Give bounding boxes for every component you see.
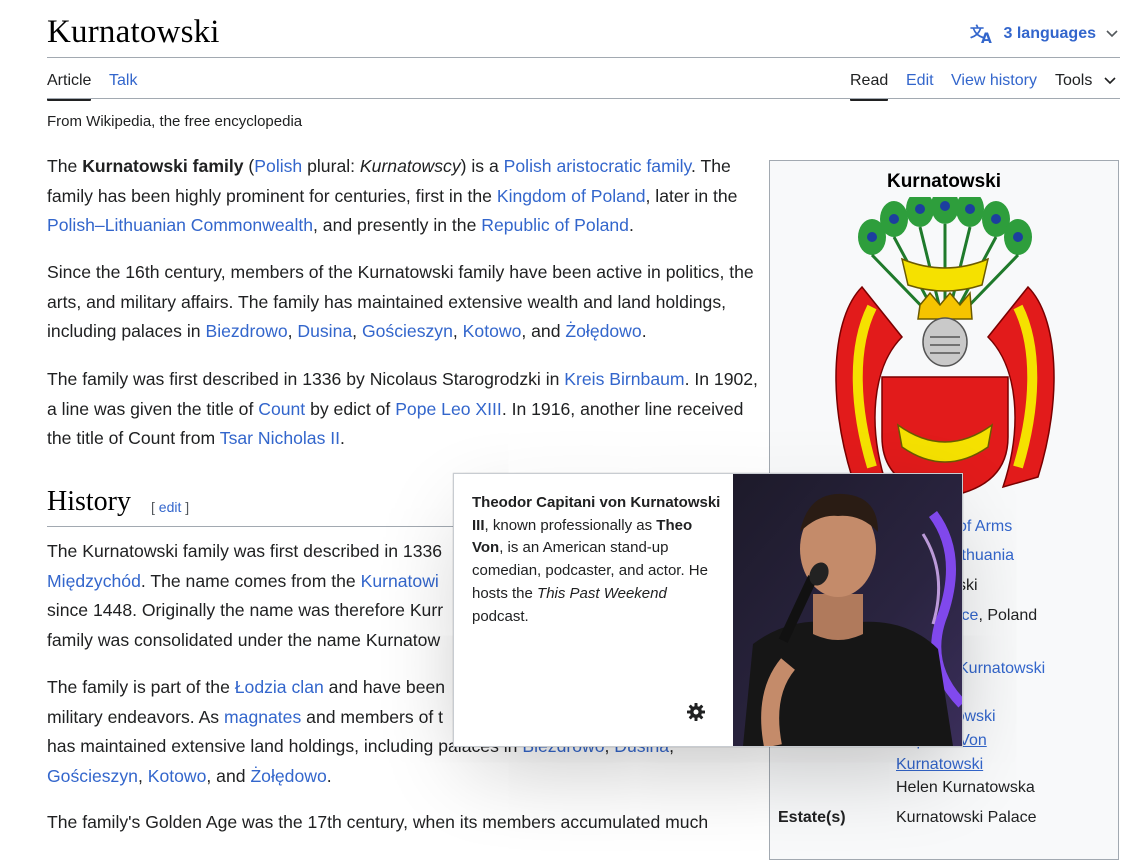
- wiki-link[interactable]: Gościeszyn: [47, 766, 138, 786]
- tools-label: Tools: [1055, 72, 1093, 89]
- tabs-divider: [47, 98, 1120, 99]
- infobox-row-value[interactable]: Kurnatowski: [958, 660, 1045, 678]
- site-tagline: From Wikipedia, the free encyclopedia: [47, 113, 303, 130]
- tab-edit[interactable]: Edit: [906, 72, 934, 90]
- wiki-link[interactable]: Pope Leo XIII: [395, 399, 502, 419]
- italic-term: Kurnatowscy: [359, 156, 461, 176]
- wiki-link[interactable]: Dusina: [297, 321, 352, 341]
- article-paragraph: The family's Golden Age was the 17th cen…: [47, 812, 709, 832]
- wiki-link[interactable]: Tsar Nicholas II: [220, 428, 340, 448]
- infobox-row-value[interactable]: ithuania: [958, 547, 1014, 565]
- wiki-link[interactable]: Gościeszyn: [362, 321, 453, 341]
- language-label: 3 languages: [1003, 25, 1096, 42]
- bold-term: Kurnatowski family: [82, 156, 244, 176]
- gear-icon[interactable]: [686, 702, 706, 722]
- infobox-row-value[interactable]: ice, Poland: [958, 607, 1037, 625]
- infobox-value-estates: Kurnatowski Palace: [896, 809, 1037, 826]
- wiki-link[interactable]: Kotowo: [148, 766, 207, 786]
- popup-thumbnail[interactable]: [733, 474, 962, 746]
- chevron-down-icon: [1106, 30, 1118, 38]
- tab-article[interactable]: Article: [47, 72, 92, 101]
- wiki-link[interactable]: Biezdrowo: [205, 321, 287, 341]
- chevron-down-icon: [1104, 72, 1116, 90]
- infobox-row-value: Helen Kurnatowska: [896, 779, 1035, 796]
- title-divider: [47, 57, 1120, 58]
- tab-read[interactable]: Read: [850, 72, 889, 101]
- infobox-title: Kurnatowski: [886, 171, 1002, 192]
- translate-icon: 文 A: [970, 24, 994, 44]
- popup-extract: Theodor Capitani von Kurnatowski III, kn…: [472, 494, 721, 625]
- wiki-link[interactable]: Count: [258, 399, 305, 419]
- svg-text:A: A: [981, 31, 992, 44]
- wiki-link[interactable]: Kingdom of Poland: [497, 186, 646, 206]
- page-title: Kurnatowski: [47, 14, 220, 50]
- tab-view-history[interactable]: View history: [951, 72, 1037, 90]
- page-preview-popup[interactable]: Theodor Capitani von Kurnatowski III, kn…: [453, 473, 963, 747]
- article-paragraph: The family was first described in 1336 b…: [47, 369, 758, 448]
- infobox-label-estates: Estate(s): [778, 809, 846, 826]
- wiki-link[interactable]: Międzychód: [47, 571, 141, 591]
- wiki-link[interactable]: Łodzia clan: [235, 677, 324, 697]
- language-button[interactable]: 文 A 3 languages: [970, 24, 1118, 44]
- article-paragraph: Since the 16th century, members of the K…: [47, 262, 754, 341]
- infobox-row-value[interactable]: of Arms: [958, 518, 1012, 536]
- coat-of-arms-image[interactable]: [832, 197, 1058, 497]
- section-edit-link[interactable]: [ edit ]: [151, 499, 189, 515]
- wiki-link[interactable]: Kurnatowi: [361, 571, 439, 591]
- wiki-link[interactable]: Polish aristocratic family: [504, 156, 691, 176]
- popup-podcast: This Past Weekend: [537, 584, 667, 602]
- infobox-row-value[interactable]: Kurnatowski: [896, 756, 983, 774]
- wiki-link[interactable]: Kreis Birnbaum: [564, 369, 684, 389]
- tab-talk[interactable]: Talk: [109, 72, 137, 90]
- section-heading-history: History: [47, 486, 131, 517]
- wiki-link[interactable]: Polish–Lithuanian Commonwealth: [47, 215, 313, 235]
- wiki-link[interactable]: Kotowo: [463, 321, 522, 341]
- wiki-link[interactable]: Polish: [254, 156, 302, 176]
- wiki-link[interactable]: magnates: [224, 707, 301, 727]
- wiki-link[interactable]: Republic of Poland: [481, 215, 629, 235]
- article-paragraph: The Kurnatowski family (Polish plural: K…: [47, 156, 738, 235]
- tools-menu[interactable]: Tools: [1055, 72, 1116, 90]
- wiki-link[interactable]: Żołędowo: [565, 321, 641, 341]
- wiki-link[interactable]: Żołędowo: [250, 766, 326, 786]
